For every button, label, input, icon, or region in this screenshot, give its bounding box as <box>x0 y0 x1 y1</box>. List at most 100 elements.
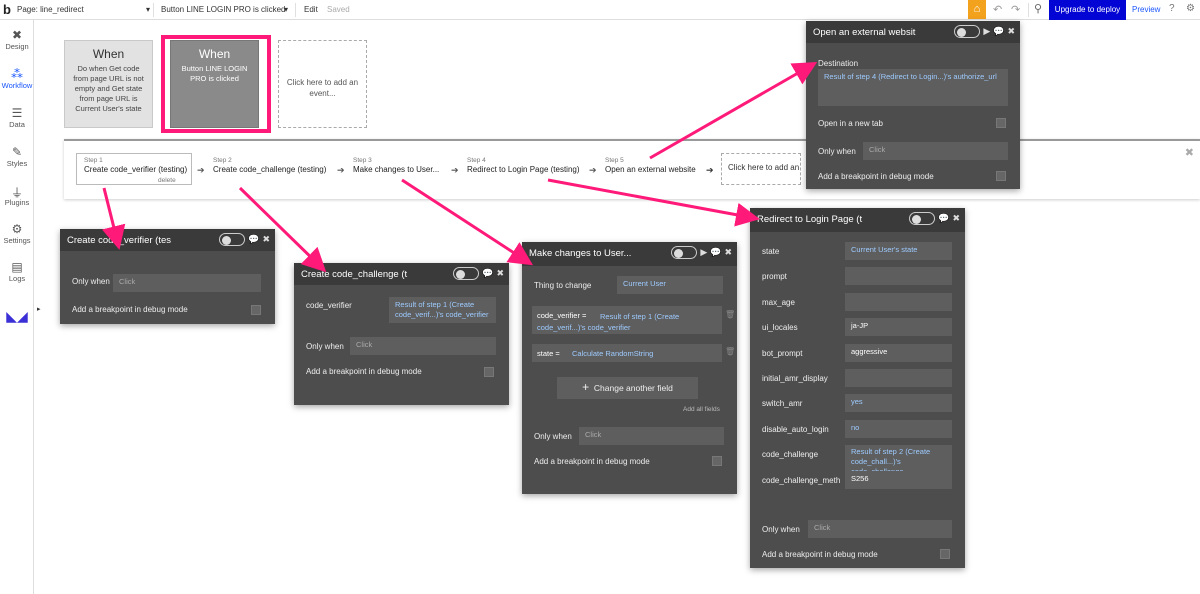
comment-icon[interactable]: 💬 <box>993 26 1004 37</box>
arrow-right-icon: ➔ <box>337 165 345 175</box>
step-1[interactable]: Step 1 Create code_verifier (testing) <box>84 157 187 174</box>
panel-redirect-login: Redirect to Login Page (t 💬 ✖ state Curren… <box>750 208 965 568</box>
trash-icon[interactable]: 🗑 <box>725 347 735 356</box>
sidebar-item-logs[interactable]: ▤ Logs <box>0 260 34 283</box>
close-steps-icon[interactable]: ✖ <box>1185 146 1194 159</box>
sidebar-item-data[interactable]: ☰ Data <box>0 106 34 129</box>
sidebar-item-styles[interactable]: ✎ Styles <box>0 145 34 168</box>
close-icon[interactable]: ✖ <box>262 234 270 245</box>
param-value-field[interactable]: yes <box>845 394 952 413</box>
param-value-field[interactable]: ja-JP <box>845 318 952 337</box>
step-4[interactable]: ➔ Step 4 Redirect to Login Page (testing) <box>451 157 580 175</box>
delete-step-link[interactable]: delete <box>158 177 176 184</box>
play-icon[interactable]: ▶ <box>983 26 990 37</box>
undo-icon[interactable]: ↶ <box>993 3 1002 16</box>
sidebar-item-design[interactable]: ✖ Design <box>0 28 34 51</box>
only-when-input[interactable]: Click <box>808 520 952 538</box>
panel-open-external: Open an external websit ▶ 💬 ✖ Destination … <box>806 21 1020 189</box>
param-label: code_challenge_meth <box>762 475 841 485</box>
param-value-field[interactable]: S256 <box>845 470 952 489</box>
comment-icon[interactable]: 💬 <box>482 268 493 279</box>
page-selector-chevron-icon[interactable]: ▾ <box>146 5 150 14</box>
param-label: state <box>762 247 780 256</box>
close-icon[interactable]: ✖ <box>1007 26 1015 37</box>
breakpoint-checkbox[interactable] <box>712 456 722 466</box>
sidebar-item-workflow[interactable]: ⁂ Workflow <box>0 67 34 90</box>
bubble-logo: b <box>3 2 11 17</box>
breakpoint-checkbox[interactable] <box>484 367 494 377</box>
sidebar-item-plugins[interactable]: ⏚ Plugins <box>0 184 34 207</box>
step-2[interactable]: ➔ Step 2 Create code_challenge (testing) <box>197 157 326 175</box>
search-icon[interactable]: ⚲ <box>1034 2 1042 15</box>
param-value-field[interactable]: aggressive <box>845 343 952 362</box>
close-icon[interactable]: ✖ <box>952 213 960 224</box>
step-3[interactable]: ➔ Step 3 Make changes to User... <box>337 157 439 175</box>
play-icon[interactable]: ▶ <box>700 247 707 258</box>
only-when-input[interactable]: Click <box>579 427 724 445</box>
arrow-right-icon: ➔ <box>706 165 714 175</box>
event-selector-chevron-icon[interactable]: ▾ <box>284 5 288 14</box>
code-verifier-field[interactable]: Result of step 1 (Create code_verif...)'… <box>389 297 496 323</box>
param-value-field[interactable]: Current User's state <box>845 242 952 260</box>
styles-icon: ✎ <box>11 145 23 159</box>
debug-toggle[interactable] <box>219 233 246 246</box>
upgrade-button[interactable]: Upgrade to deploy <box>1049 0 1126 20</box>
breakpoint-checkbox[interactable] <box>251 305 261 315</box>
step-5[interactable]: ➔ Step 5 Open an external website <box>589 157 696 175</box>
add-all-fields-link[interactable]: Add all fields <box>683 406 720 413</box>
redo-icon[interactable]: ↷ <box>1011 3 1020 16</box>
logs-icon: ▤ <box>11 260 23 274</box>
page-selector[interactable]: Page: line_redirect <box>17 5 84 14</box>
only-when-input[interactable]: Click <box>113 274 261 292</box>
settings-gear-icon: ⚙ <box>11 222 23 236</box>
event-selector[interactable]: Button LINE LOGIN PRO is clicked <box>161 5 286 14</box>
param-label: disable_auto_login <box>762 424 829 434</box>
comment-icon[interactable]: 💬 <box>710 247 721 258</box>
param-value-field[interactable] <box>845 369 952 387</box>
param-label: switch_amr <box>762 399 803 409</box>
notification-icon[interactable]: ⌂ <box>968 0 986 19</box>
event-card[interactable]: When Do when Get code from page URL is n… <box>64 40 153 128</box>
debug-toggle[interactable] <box>954 25 981 38</box>
breakpoint-checkbox[interactable] <box>996 171 1006 181</box>
trash-icon[interactable]: 🗑 <box>725 310 735 319</box>
panel-make-changes: Make changes to User... ▶ 💬 ✖ Thing to cha… <box>522 242 737 494</box>
change-another-field-button[interactable]: + Change another field <box>557 377 698 399</box>
preview-link[interactable]: Preview <box>1132 5 1160 14</box>
param-value-field[interactable]: no <box>845 419 952 438</box>
breakpoint-checkbox[interactable] <box>940 549 950 559</box>
top-bar: b Page: line_redirect ▾ Button LINE LOGI… <box>0 0 1200 20</box>
only-when-input[interactable]: Click <box>350 337 496 355</box>
comment-icon[interactable]: 💬 <box>938 213 949 224</box>
debug-toggle[interactable] <box>671 246 698 259</box>
add-event-button[interactable]: Click here to add an event... <box>278 40 367 128</box>
edit-menu[interactable]: Edit <box>304 5 318 14</box>
only-when-input[interactable]: Click <box>863 142 1008 160</box>
param-label: initial_amr_display <box>762 374 828 383</box>
add-action-button[interactable]: Click here to add an action... <box>721 153 801 185</box>
help-icon[interactable]: ? <box>1169 3 1175 14</box>
param-label: prompt <box>762 272 787 282</box>
param-label: bot_prompt <box>762 348 803 358</box>
debug-toggle[interactable] <box>909 212 936 225</box>
param-label: code_challenge <box>762 450 819 460</box>
debug-toggle[interactable] <box>453 267 480 280</box>
plugins-icon: ⏚ <box>10 186 23 200</box>
event-card-selected[interactable]: When Button LINE LOGIN PRO is clicked <box>170 40 259 128</box>
param-value-field[interactable] <box>845 292 952 311</box>
thing-to-change-field[interactable]: Current User <box>617 276 723 294</box>
steps-bar: Step 1 Create code_verifier (testing) del… <box>64 139 1200 199</box>
param-label: ui_locales <box>762 323 798 333</box>
close-icon[interactable]: ✖ <box>724 247 732 258</box>
workflow-icon: ⁂ <box>11 67 23 81</box>
comment-icon[interactable]: 💬 <box>248 234 259 245</box>
workflow-canvas: When Do when Get code from page URL is n… <box>35 21 1200 594</box>
panel-create-code-verifier: Create code_verifier (tes 💬 ✖ Only when C… <box>60 229 275 324</box>
param-value-field[interactable] <box>845 267 952 286</box>
destination-field[interactable]: Result of step 4 (Redirect to Login...)'… <box>818 69 1008 106</box>
arrow-right-icon: ➔ <box>589 165 597 175</box>
close-icon[interactable]: ✖ <box>496 268 504 279</box>
open-new-tab-checkbox[interactable] <box>996 118 1006 128</box>
settings-icon[interactable]: ⚙ <box>1186 3 1195 14</box>
sidebar-item-settings[interactable]: ⚙ Settings <box>0 222 34 245</box>
